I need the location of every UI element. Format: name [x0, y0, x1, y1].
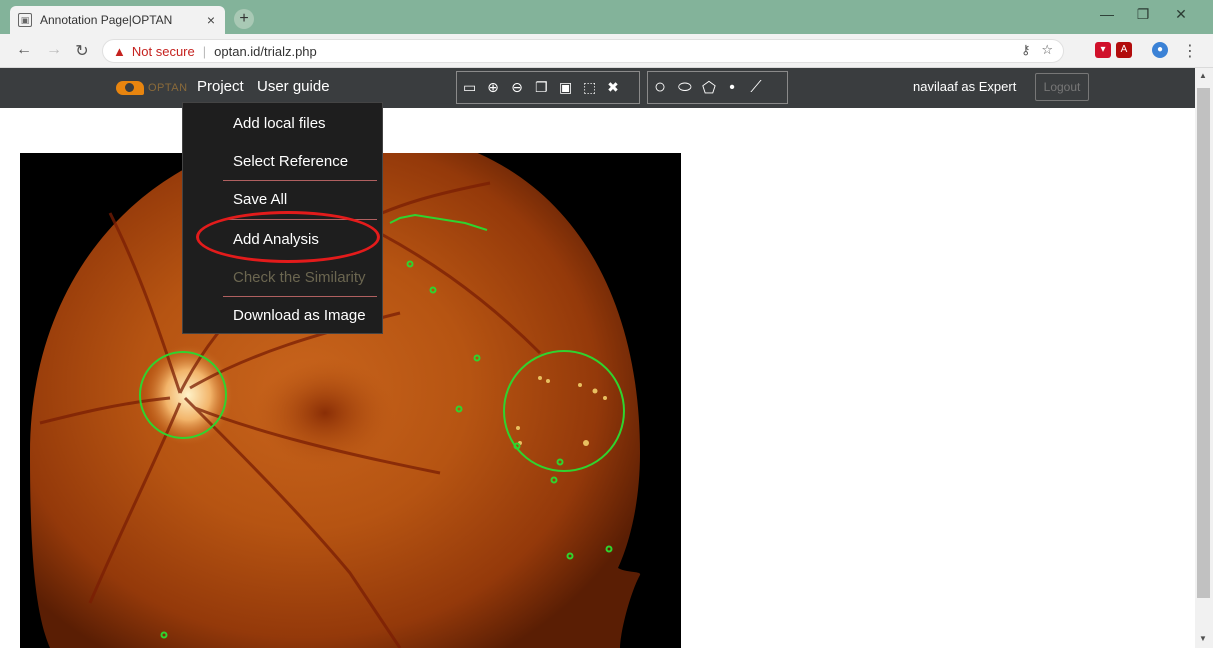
polyline-icon[interactable]: ⟋	[750, 79, 762, 97]
browser-tab[interactable]: ▣ Annotation Page|OPTAN ×	[10, 6, 225, 34]
forward-icon[interactable]: →	[44, 41, 64, 59]
reload-icon[interactable]: ↻	[72, 41, 92, 61]
menu-item-add-local-files[interactable]: Add local files	[233, 115, 326, 132]
minimize-icon[interactable]: —	[1092, 6, 1122, 22]
copy-icon[interactable]: ❐	[535, 79, 548, 96]
omnibox[interactable]: ▲ Not secure | optan.id/trialz.php ⚷ ☆	[102, 39, 1064, 63]
highlight-annotation-oval	[196, 211, 380, 263]
page-icon: ▣	[18, 13, 32, 27]
app-navbar: OPTAN Project User guide ▭ ⊕ ⊖ ❐ ▣ ⬚ ✖ ○…	[0, 68, 1195, 108]
url-text[interactable]: optan.id/trialz.php	[214, 44, 317, 59]
profile-icon[interactable]: ●	[1152, 42, 1168, 58]
pocket-icon[interactable]: ▾	[1095, 42, 1111, 58]
folder-icon[interactable]: ▭	[463, 79, 476, 96]
page-scrollbar[interactable]: ▲ ▼	[1195, 68, 1213, 648]
menu-item-download-image[interactable]: Download as Image	[233, 307, 366, 324]
new-tab-button[interactable]: +	[234, 9, 254, 29]
pdf-icon[interactable]: A	[1116, 42, 1132, 58]
scroll-down-icon[interactable]: ▼	[1199, 634, 1207, 643]
restore-icon[interactable]: ❐	[1128, 6, 1158, 23]
user-info: navilaaf as Expert	[913, 79, 1017, 94]
point-icon[interactable]: •	[726, 79, 738, 97]
zoom-in-icon[interactable]: ⊕	[487, 79, 499, 96]
address-bar: ← → ↻ ▲ Not secure | optan.id/trialz.php…	[0, 34, 1213, 68]
security-label[interactable]: Not secure	[132, 44, 195, 59]
close-window-icon[interactable]: ✕	[1166, 6, 1196, 23]
menu-icon[interactable]: ⋮	[1180, 41, 1200, 61]
zoom-out-icon[interactable]: ⊖	[511, 79, 523, 96]
edit-toolbar: ▭ ⊕ ⊖ ❐ ▣ ⬚ ✖	[456, 71, 640, 104]
logout-button[interactable]: Logout	[1035, 73, 1089, 101]
nav-user-guide[interactable]: User guide	[257, 78, 330, 95]
key-icon[interactable]: ⚷ ☆	[1021, 42, 1053, 58]
tab-title: Annotation Page|OPTAN	[40, 13, 173, 27]
logo-text: OPTAN	[148, 82, 188, 94]
menu-item-select-reference[interactable]: Select Reference	[233, 153, 348, 170]
menu-divider	[223, 180, 377, 181]
menu-item-save-all[interactable]: Save All	[233, 191, 287, 208]
optan-logo[interactable]: OPTAN	[116, 81, 188, 95]
eye-logo-icon	[116, 81, 144, 95]
nav-project[interactable]: Project	[197, 78, 244, 95]
menu-divider	[223, 296, 377, 297]
browser-tab-strip: ▣ Annotation Page|OPTAN × + — ❐ ✕	[0, 0, 1213, 34]
scroll-thumb[interactable]	[1197, 88, 1210, 598]
polygon-icon[interactable]: ⬠	[702, 78, 716, 98]
url-separator: |	[202, 43, 207, 59]
ellipse-icon[interactable]: ⬭	[678, 79, 692, 97]
paste-icon[interactable]: ▣	[559, 79, 572, 96]
back-icon[interactable]: ←	[14, 41, 34, 59]
select-box-icon[interactable]: ⬚	[583, 79, 596, 96]
shape-toolbar: ○ ⬭ ⬠ • ⟋	[647, 71, 788, 104]
menu-item-check-similarity[interactable]: Check the Similarity	[233, 269, 366, 286]
tab-close-icon[interactable]: ×	[205, 12, 217, 28]
macula	[255, 358, 395, 468]
warning-icon: ▲	[113, 43, 126, 59]
circle-icon[interactable]: ○	[654, 76, 666, 99]
scroll-up-icon[interactable]: ▲	[1199, 71, 1207, 80]
delete-icon[interactable]: ✖	[607, 79, 619, 96]
